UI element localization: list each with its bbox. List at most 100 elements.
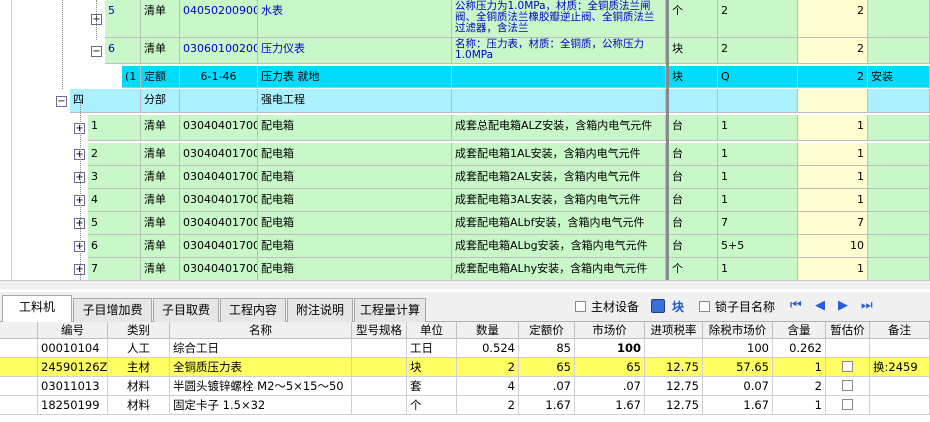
material-cell: 12.75	[645, 396, 703, 415]
estimate-row[interactable]: (1 定额 6-1-46 压力表 就地 块 Q 2 安装	[0, 66, 930, 88]
material-cell	[870, 377, 930, 396]
cell-unit: 台	[669, 166, 718, 189]
material-cell: 00010104	[38, 339, 108, 358]
estimate-row[interactable]: 2清单030404017002配电箱成套配电箱1AL安装，含箱内电气元件台11	[0, 143, 930, 166]
material-row[interactable]: 24590126Z~6主材全铜质压力表块2656512.7557.651换:24…	[0, 358, 930, 377]
cell-name: 配电箱	[258, 166, 452, 189]
block-label[interactable]: 块	[672, 298, 684, 315]
row-selector[interactable]	[0, 358, 38, 377]
material-cell: 1.67	[703, 396, 773, 415]
row-indicator-bar	[0, 0, 12, 289]
tab-notes[interactable]: 附注说明	[287, 298, 353, 322]
estimate-price-checkbox[interactable]	[842, 380, 853, 391]
cell-code	[180, 89, 258, 113]
column-header[interactable]: 暂估价	[826, 322, 870, 339]
grid-splitter[interactable]	[666, 0, 669, 289]
column-header[interactable]: 单位	[407, 322, 457, 339]
first-page-icon[interactable]: ⏮	[790, 298, 802, 313]
estimate-price-checkbox[interactable]	[842, 399, 853, 410]
cell-code: 030404017001	[180, 115, 258, 141]
column-header[interactable]: 型号规格	[352, 322, 407, 339]
material-cell: 个	[407, 396, 457, 415]
column-header[interactable]: 备注	[870, 322, 930, 339]
material-cell: 1	[773, 358, 826, 377]
cell-unit: 台	[669, 235, 718, 258]
cell-extra	[868, 143, 930, 166]
column-header[interactable]: 编号	[38, 322, 108, 339]
next-icon[interactable]: ▶	[838, 298, 848, 313]
estimate-row[interactable]: 6清单030601002001压力仪表名称：压力表，材质：全铜质，公称压力1.0…	[0, 38, 930, 64]
column-header[interactable]: 名称	[170, 322, 352, 339]
tab-work-content[interactable]: 工程内容	[220, 298, 286, 322]
column-header[interactable]: 类别	[108, 322, 170, 339]
cell-extra	[868, 212, 930, 235]
cell-no: 6	[88, 235, 141, 258]
main-material-checkbox[interactable]	[575, 301, 586, 312]
estimate-price-checkbox[interactable]	[842, 361, 853, 372]
cell-unit: 个	[669, 258, 718, 281]
material-cell: 块	[407, 358, 457, 377]
estimate-row[interactable]: 5清单030404017004配电箱成套配电箱ALbf安装，含箱内电气元件台77	[0, 212, 930, 235]
cell-qty: 7	[718, 212, 798, 235]
cell-name: 配电箱	[258, 212, 452, 235]
collapse-icon[interactable]: −	[91, 45, 102, 57]
cell-desc: 成套配电箱1AL安装，含箱内电气元件	[452, 143, 666, 166]
row-selector[interactable]	[0, 396, 38, 415]
column-header[interactable]: 除税市场价	[703, 322, 773, 339]
last-page-icon[interactable]: ⏭	[861, 298, 873, 313]
cell-name: 配电箱	[258, 143, 452, 166]
column-header[interactable]: 进项税率	[645, 322, 703, 339]
material-cell: 1.67	[519, 396, 575, 415]
cell-unit: 块	[669, 38, 718, 64]
tab-labor-material[interactable]: 工料机	[2, 295, 72, 322]
material-row[interactable]: 03011013 材料 半圆头镀锌螺栓 M2～5×15～50 套 4.07.07 12.7…	[0, 377, 930, 396]
cell-no: 6	[105, 38, 141, 64]
cell-code: 6-1-46	[180, 66, 258, 88]
cell-desc: 成套配电箱ALhy安装，含箱内电气元件	[452, 258, 666, 281]
tab-sub-item-fee[interactable]: 子目取费	[153, 298, 219, 322]
collapse-icon[interactable]: −	[56, 95, 67, 107]
column-header[interactable]: 含量	[773, 322, 826, 339]
row-selector[interactable]	[0, 339, 38, 358]
cell-no: 7	[88, 258, 141, 281]
estimate-row[interactable]: 四分部 强电工程	[0, 89, 930, 113]
estimate-row[interactable]: 3清单030404017003配电箱成套配电箱2AL安装，含箱内电气元件台11	[0, 166, 930, 189]
material-row[interactable]: 00010104 人工 综合工日 工日 0.524 85 100 100 0.262	[0, 339, 930, 358]
column-header[interactable]: 定额价	[519, 322, 575, 339]
cell-qty: 1	[718, 166, 798, 189]
prev-icon[interactable]: ◀	[815, 298, 825, 313]
cell-desc: 公称压力为1.0MPa，材质：全铜质法兰闸阀、全铜质法兰橡胶瓣逆止阀、全铜质法兰…	[452, 0, 666, 38]
horizontal-scrollbar[interactable]	[0, 280, 930, 289]
material-cell: 1	[773, 396, 826, 415]
cell-extra	[868, 189, 930, 212]
row-selector[interactable]	[0, 377, 38, 396]
cell-unit: 个	[669, 0, 718, 38]
material-cell: 65	[575, 358, 645, 377]
estimate-row[interactable]: 4清单030404017004配电箱成套配电箱3AL安装，含箱内电气元件台11	[0, 189, 930, 212]
cell-unit: 台	[669, 115, 718, 141]
cell-unit: 块	[669, 66, 718, 88]
material-cell: 65	[519, 358, 575, 377]
cell-qty2: 2	[798, 38, 868, 64]
estimate-row[interactable]: 6清单030404017004配电箱成套配电箱ALbg安装，含箱内电气元件台5+…	[0, 235, 930, 258]
estimate-row[interactable]: 1清单030404017001配电箱成套总配电箱ALZ安装，含箱内电气元件台11	[0, 115, 930, 141]
tab-quantity-calc[interactable]: 工程量计算	[354, 298, 426, 322]
cell-name: 压力仪表	[258, 38, 452, 64]
cell-qty2: 7	[798, 212, 868, 235]
material-cell	[352, 396, 407, 415]
cell-code: 030404017004	[180, 258, 258, 281]
material-row[interactable]: 18250199 材料 固定卡子 1.5×32 个 2 1.67 1.67 12.75 1.67…	[0, 396, 930, 415]
estimate-row[interactable]: 5清单040502009001水表公称压力为1.0MPa，材质：全铜质法兰闸阀、…	[0, 0, 930, 38]
block-icon[interactable]	[651, 299, 665, 313]
column-header[interactable]: 数量	[457, 322, 519, 339]
cell-unit: 台	[669, 143, 718, 166]
estimate-row[interactable]: 7清单030404017004配电箱成套配电箱ALhy安装，含箱内电气元件个11	[0, 258, 930, 281]
column-header[interactable]: 市场价	[575, 322, 645, 339]
tree-line	[62, 0, 63, 89]
material-cell: 主材	[108, 358, 170, 377]
lock-name-checkbox[interactable]	[699, 301, 710, 312]
material-cell: 2	[457, 396, 519, 415]
tab-sub-item-surcharge[interactable]: 子目增加费	[73, 298, 152, 322]
cell-no: 1	[88, 115, 141, 141]
material-cell: 材料	[108, 377, 170, 396]
